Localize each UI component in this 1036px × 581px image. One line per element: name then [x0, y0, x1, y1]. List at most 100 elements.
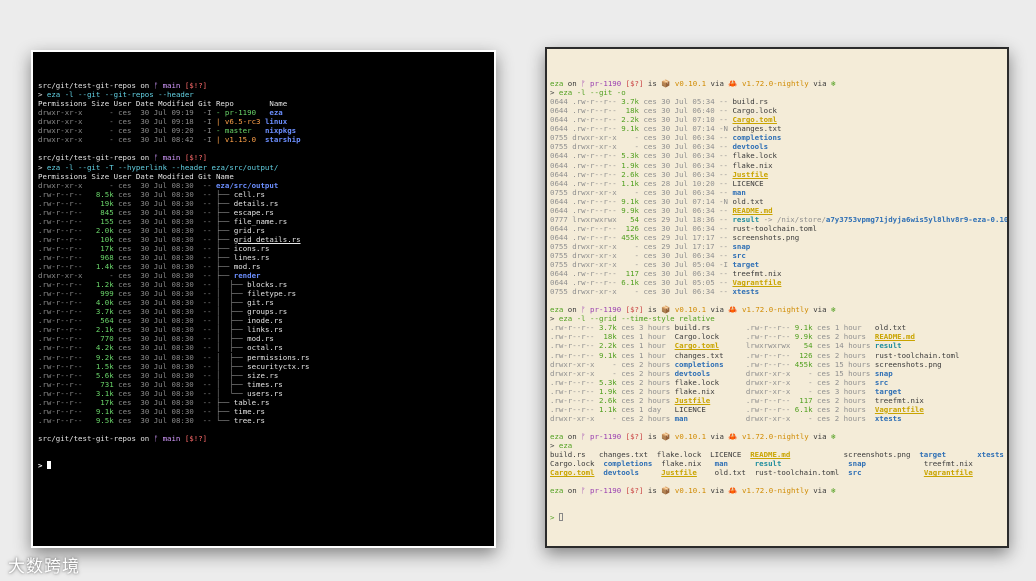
- terminal-text-segment: 968: [100, 252, 114, 262]
- terminal-text-segment: LICENCE: [732, 178, 764, 188]
- terminal-line: .rw-r--r-- 1.9k ces 2 hours flake.nix dr…: [550, 387, 1004, 396]
- terminal-text-segment: - pr-1190: [215, 108, 257, 118]
- terminal-text-segment: 5.3k: [598, 377, 617, 387]
- terminal-text-segment: octal.rs: [247, 343, 283, 353]
- terminal-text-segment: .rw-r--r--: [38, 252, 101, 262]
- text-cursor: [558, 513, 563, 522]
- terminal-text-segment: ces 1 hour: [812, 323, 875, 333]
- terminal-text-segment: 4.2k: [95, 343, 114, 353]
- terminal-text-segment: icons.rs: [233, 243, 270, 253]
- terminal-line: .rw-r--r-- 564 ces 30 Jul 08:30 -- │ ├──…: [38, 316, 489, 325]
- terminal-line: src/git/test-git-repos on ᚠ main [$!?]: [38, 153, 489, 162]
- terminal-text-segment: LICENCE: [674, 404, 746, 414]
- terminal-text-segment: .rw-r--r--: [745, 350, 800, 360]
- terminal-text-segment: README.md: [732, 205, 773, 215]
- terminal-text-segment: [$?]: [625, 486, 644, 496]
- terminal-line: .rw-r--r-- 1.1k ces 1 day LICENCE .rw-r-…: [550, 405, 1004, 414]
- terminal-text-segment: 1.5k: [95, 361, 114, 371]
- terminal-text-segment: 0755 drwxr-xr-x - ces 30 Jul 06:34 --: [550, 250, 733, 260]
- terminal-text-segment: 🦀 v1.72.0-nightly: [728, 79, 809, 89]
- terminal-text-segment: changes.txt: [732, 124, 782, 134]
- terminal-text-segment: time.rs: [233, 406, 265, 416]
- terminal-text-segment: is: [643, 305, 662, 315]
- terminal-text-segment: README.md: [750, 450, 791, 460]
- terminal-text-segment: 0644 .rw-r--r--: [550, 124, 622, 134]
- terminal-text-segment: xtests: [874, 413, 902, 423]
- terminal-text-segment: Cargo.lock: [674, 332, 746, 342]
- terminal-line: drwxr-xr-x - ces 30 Jul 09:18 -I | v6.5-…: [38, 117, 489, 126]
- terminal-text-segment: 1.2k: [95, 280, 114, 290]
- terminal-text-segment: 999: [100, 289, 114, 299]
- terminal-text-segment: on: [563, 305, 582, 315]
- terminal-window-left[interactable]: src/git/test-git-repos on ᚠ main [$!?] > …: [31, 50, 496, 548]
- terminal-line: Permissions Size User Date Modified Git …: [38, 99, 489, 108]
- terminal-prompt-line[interactable]: >: [550, 513, 1004, 522]
- terminal-text-segment: drwxr-xr-x - ces 2 hours: [550, 368, 675, 378]
- terminal-text-segment: .rw-r--r--: [38, 189, 96, 199]
- terminal-text-segment: .rw-r--r--: [38, 334, 101, 344]
- terminal-text-segment: 📦 v0.10.1: [661, 486, 707, 496]
- terminal-text-segment: .rw-r--r--: [550, 395, 599, 405]
- terminal-text-segment: ces 30 Jul 08:30 -- │ ├──: [113, 370, 248, 380]
- terminal-text-segment: on: [135, 433, 154, 443]
- terminal-text-segment: old.txt: [874, 323, 907, 333]
- terminal-text-segment: ces 2 hours: [812, 350, 875, 360]
- terminal-text-segment: filetype.rs: [247, 289, 297, 299]
- terminal-text-segment: 0755 drwxr-xr-x - ces 30 Jul 05:04 -I: [550, 260, 733, 270]
- terminal-text-segment: times.rs: [247, 379, 283, 389]
- terminal-text-segment: snap: [732, 241, 751, 251]
- terminal-text-segment: flake.nix: [732, 160, 773, 170]
- terminal-line: 0644 .rw-r--r-- 2.2k ces 30 Jul 07:10 --…: [550, 115, 1004, 124]
- terminal-text-segment: mod.rs: [233, 262, 261, 272]
- terminal-text-segment: 9.5k: [95, 415, 114, 425]
- terminal-text-segment: man: [732, 187, 746, 197]
- terminal-text-segment: .rw-r--r--: [38, 316, 101, 326]
- terminal-text-segment: .rw-r--r--: [745, 404, 795, 414]
- terminal-line: .rw-r--r-- 2.1k ces 30 Jul 08:30 -- │ ├─…: [38, 325, 489, 334]
- terminal-text-segment: ces 30 Jul 08:30 -- ├──: [113, 198, 234, 208]
- terminal-text-segment: ces 30 Jul 05:34 --: [639, 97, 733, 107]
- watermark-logo: 大数跨境: [8, 557, 80, 577]
- terminal-line: 0644 .rw-r--r-- 9.1k ces 30 Jul 07:14 -N…: [550, 124, 1004, 133]
- terminal-text-segment: ces 1 day: [616, 404, 675, 414]
- terminal-text-segment: completions: [674, 359, 746, 369]
- terminal-text-segment: git.rs: [247, 298, 274, 308]
- terminal-output: src/git/test-git-repos on ᚠ main [$!?] > …: [38, 81, 489, 443]
- terminal-text-segment: ces 1 hour: [616, 332, 675, 342]
- terminal-text-segment: result: [732, 214, 760, 224]
- terminal-text-segment: ces 30 Jul 06:34 --: [639, 269, 733, 279]
- terminal-text-segment: ces 1 hour: [616, 350, 675, 360]
- terminal-text-segment: 0755 drwxr-xr-x - ces 29 Jul 17:17 --: [550, 241, 733, 251]
- terminal-prompt-line[interactable]: >: [38, 461, 489, 470]
- terminal-line: .rw-r--r-- 5.3k ces 2 hours flake.lock d…: [550, 378, 1004, 387]
- terminal-text-segment: 0755 drwxr-xr-x - ces 30 Jul 06:34 --: [550, 133, 733, 143]
- terminal-text-segment: 2.6k: [598, 395, 617, 405]
- terminal-text-segment: 0644 .rw-r--r--: [550, 196, 622, 206]
- terminal-text-segment: .rw-r--r--: [38, 207, 101, 217]
- terminal-text-segment: ᚠ pr-1190: [581, 431, 626, 441]
- terminal-line: Permissions Size User Date Modified Git …: [38, 172, 489, 181]
- terminal-text-segment: >: [550, 88, 559, 98]
- terminal-text-segment: 0644 .rw-r--r--: [550, 178, 622, 188]
- terminal-text-segment: 1.4k: [95, 262, 114, 272]
- terminal-text-segment: ces 2 hours: [616, 395, 675, 405]
- terminal-text-segment: 2.0k: [95, 225, 114, 235]
- terminal-window-right[interactable]: eza on ᚠ pr-1190 [$?] is 📦 v0.10.1 via 🦀…: [545, 47, 1009, 548]
- terminal-text-segment: .rw-r--r--: [38, 361, 96, 371]
- terminal-text-segment: completions: [732, 133, 782, 143]
- terminal-text-segment: Cargo.lock: [732, 106, 777, 116]
- terminal-text-segment: 0644 .rw-r--r--: [550, 205, 622, 215]
- terminal-line: .rw-r--r-- 9.5k ces 30 Jul 08:30 -- └── …: [38, 416, 489, 425]
- terminal-text-segment: src: [732, 250, 746, 260]
- terminal-text-segment: users.rs: [247, 388, 283, 398]
- terminal-line: build.rs changes.txt flake.lock LICENCE …: [550, 450, 1004, 459]
- terminal-text-segment: completions: [603, 459, 653, 469]
- terminal-text-segment: 🦀 v1.72.0-nightly: [728, 305, 809, 315]
- terminal-text-segment: ces 29 Jul 18:36 --: [639, 214, 733, 224]
- terminal-text-segment: details.rs: [233, 198, 279, 208]
- terminal-text-segment: on: [563, 79, 582, 89]
- terminal-text-segment: .rw-r--r--: [550, 377, 599, 387]
